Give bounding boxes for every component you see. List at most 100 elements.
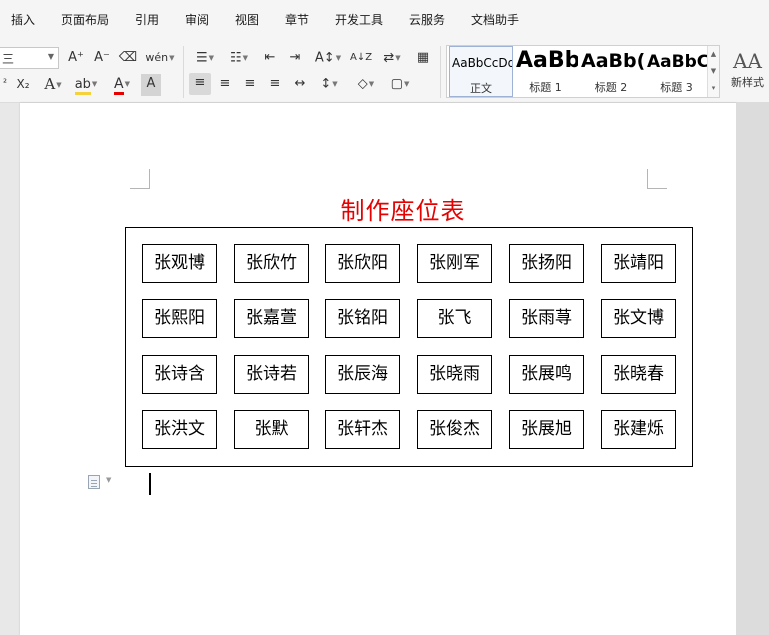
justify-button[interactable]: ≡ xyxy=(264,74,286,96)
chevron-down-icon: ▼ xyxy=(335,54,342,62)
align-center-button[interactable]: ≡ xyxy=(214,74,236,96)
grow-font-button[interactable]: A⁺ xyxy=(66,48,86,70)
bullets-button[interactable]: ☰▼ xyxy=(191,48,219,70)
distribute-icon: ↔ xyxy=(294,76,306,91)
text-effect-button[interactable]: A▼ xyxy=(40,74,66,96)
text-direction-button[interactable]: A↕▼ xyxy=(313,48,343,70)
seat-cell: 张辰海 xyxy=(325,355,400,394)
style-name: 正文 xyxy=(470,82,492,95)
eraser-icon: ⌫ xyxy=(118,50,138,65)
style-normal[interactable]: AaBbCcDd 正文 xyxy=(449,46,513,97)
chevron-down-icon: ▼ xyxy=(242,54,249,62)
seat-cell: 张嘉萱 xyxy=(234,299,309,338)
borders-button[interactable]: ▢▼ xyxy=(386,74,414,96)
scroll-down-icon[interactable]: ▼ xyxy=(708,63,719,80)
superscript-icon: ² xyxy=(2,78,7,89)
tab-doc-assistant[interactable]: 文档助手 xyxy=(471,11,519,28)
chevron-down-icon: ▼ xyxy=(169,54,175,62)
increase-indent-icon: ⇥ xyxy=(289,50,301,65)
distribute-button[interactable]: ↔ xyxy=(289,74,311,96)
style-heading-3[interactable]: AaBbC 标题 3 xyxy=(644,46,709,97)
show-marks-button[interactable]: ⇄▼ xyxy=(378,48,406,70)
tab-page-layout[interactable]: 页面布局 xyxy=(61,11,109,28)
font-color-button[interactable]: A▼ xyxy=(108,74,136,96)
style-gallery-scroll: ▲ ▼ ▾ xyxy=(707,46,719,97)
paragraph-layout-icon[interactable] xyxy=(88,475,100,489)
ribbon: 三 ▼ A⁺ A⁻ ⌫ wén▼ ☰▼ ☷▼ ⇤ ⇥ A↕▼ A↓Z ⇄▼ ▦ … xyxy=(0,40,769,103)
seat-cell: 张展旭 xyxy=(509,410,584,449)
char-shading-button[interactable]: A xyxy=(141,74,161,96)
text-cursor xyxy=(149,473,151,495)
text-effect-icon: A xyxy=(44,75,56,93)
align-right-icon: ≡ xyxy=(244,76,256,91)
gallery-expand-icon[interactable]: ▾ xyxy=(708,80,719,97)
seat-cell: 张刚军 xyxy=(417,244,492,283)
tab-cloud-service[interactable]: 云服务 xyxy=(409,11,445,28)
menu-bar: 插入 页面布局 引用 审阅 视图 章节 开发工具 云服务 文档助手 xyxy=(0,0,769,40)
align-right-button[interactable]: ≡ xyxy=(239,74,261,96)
seat-cell: 张洪文 xyxy=(142,410,217,449)
new-style-button[interactable]: AA 新样式 xyxy=(726,48,769,98)
seat-cell: 张熙阳 xyxy=(142,299,217,338)
style-heading-2[interactable]: AaBb( 标题 2 xyxy=(578,46,644,97)
decrease-indent-button[interactable]: ⇤ xyxy=(260,48,280,70)
chevron-down-icon: ▼ xyxy=(91,80,98,88)
seat-cell: 张轩杰 xyxy=(325,410,400,449)
style-heading-1[interactable]: AaBb 标题 1 xyxy=(513,46,578,97)
seat-cell: 张欣竹 xyxy=(234,244,309,283)
shrink-font-icon: A⁻ xyxy=(94,50,110,65)
numbering-button[interactable]: ☷▼ xyxy=(225,48,253,70)
tab-insert[interactable]: 插入 xyxy=(11,11,35,28)
grow-font-icon: A⁺ xyxy=(68,50,84,65)
style-preview: AaBbC xyxy=(647,52,709,72)
document-page[interactable]: 制作座位表 张观博 张欣竹 张欣阳 张刚军 张扬阳 张靖阳 张熙阳 张嘉萱 张铭阳 张飞 张雨荨 张文… xyxy=(20,103,736,635)
tab-view[interactable]: 视图 xyxy=(235,11,259,28)
shading-button[interactable]: ◇▼ xyxy=(352,74,380,96)
align-left-button[interactable]: ≡ xyxy=(189,73,211,95)
tab-developer[interactable]: 开发工具 xyxy=(335,11,383,28)
new-style-label: 新样式 xyxy=(731,76,764,89)
table-tool-button[interactable]: ▦ xyxy=(412,48,434,70)
highlight-button[interactable]: ab▼ xyxy=(72,74,100,96)
tab-chapter[interactable]: 章节 xyxy=(285,11,309,28)
document-title: 制作座位表 xyxy=(340,197,466,225)
chevron-down-icon[interactable]: ▼ xyxy=(106,476,111,484)
seat-cell: 张雨荨 xyxy=(509,299,584,338)
document-area: 制作座位表 张观博 张欣竹 张欣阳 张刚军 张扬阳 张靖阳 张熙阳 张嘉萱 张铭阳 张飞 张雨荨 张文… xyxy=(0,103,769,635)
font-size-select[interactable]: 三 ▼ xyxy=(0,47,59,69)
sort-button[interactable]: A↓Z xyxy=(350,48,372,70)
page-gutter xyxy=(736,103,769,635)
seat-cell: 张默 xyxy=(234,410,309,449)
clear-format-button[interactable]: ⌫ xyxy=(118,48,138,70)
seat-cell: 张俊杰 xyxy=(417,410,492,449)
style-name: 标题 2 xyxy=(594,81,628,94)
phonetic-guide-button[interactable]: wén▼ xyxy=(144,48,176,70)
new-style-icon: AA xyxy=(733,49,762,73)
style-preview: AaBb xyxy=(516,48,578,73)
seat-cell: 张欣阳 xyxy=(325,244,400,283)
table-icon: ▦ xyxy=(416,50,430,65)
scroll-up-icon[interactable]: ▲ xyxy=(708,46,719,63)
style-preview: AaBbCcDd xyxy=(452,56,513,70)
seat-cell: 张扬阳 xyxy=(509,244,584,283)
chevron-down-icon: ▼ xyxy=(395,54,401,62)
numbered-list-icon: ☷ xyxy=(229,50,242,66)
tab-references[interactable]: 引用 xyxy=(135,11,159,28)
seat-cell: 张观博 xyxy=(142,244,217,283)
paragraph-marks-icon: ⇄ xyxy=(383,50,395,66)
increase-indent-button[interactable]: ⇥ xyxy=(285,48,305,70)
shrink-font-button[interactable]: A⁻ xyxy=(92,48,112,70)
text-direction-icon: A↕ xyxy=(314,50,335,66)
ribbon-divider xyxy=(183,46,184,98)
margin-corner-mark xyxy=(130,169,150,189)
seat-cell: 张靖阳 xyxy=(601,244,676,283)
subscript-button[interactable]: X₂ xyxy=(12,74,34,96)
style-name: 标题 1 xyxy=(529,81,562,94)
tab-review[interactable]: 审阅 xyxy=(185,11,209,28)
line-spacing-button[interactable]: ↕▼ xyxy=(315,74,343,96)
superscript-button[interactable]: ² xyxy=(0,74,10,96)
chevron-down-icon: ▼ xyxy=(47,52,54,61)
seat-cell: 张铭阳 xyxy=(325,299,400,338)
bullet-list-icon: ☰ xyxy=(195,50,208,66)
align-left-icon: ≡ xyxy=(194,75,206,90)
